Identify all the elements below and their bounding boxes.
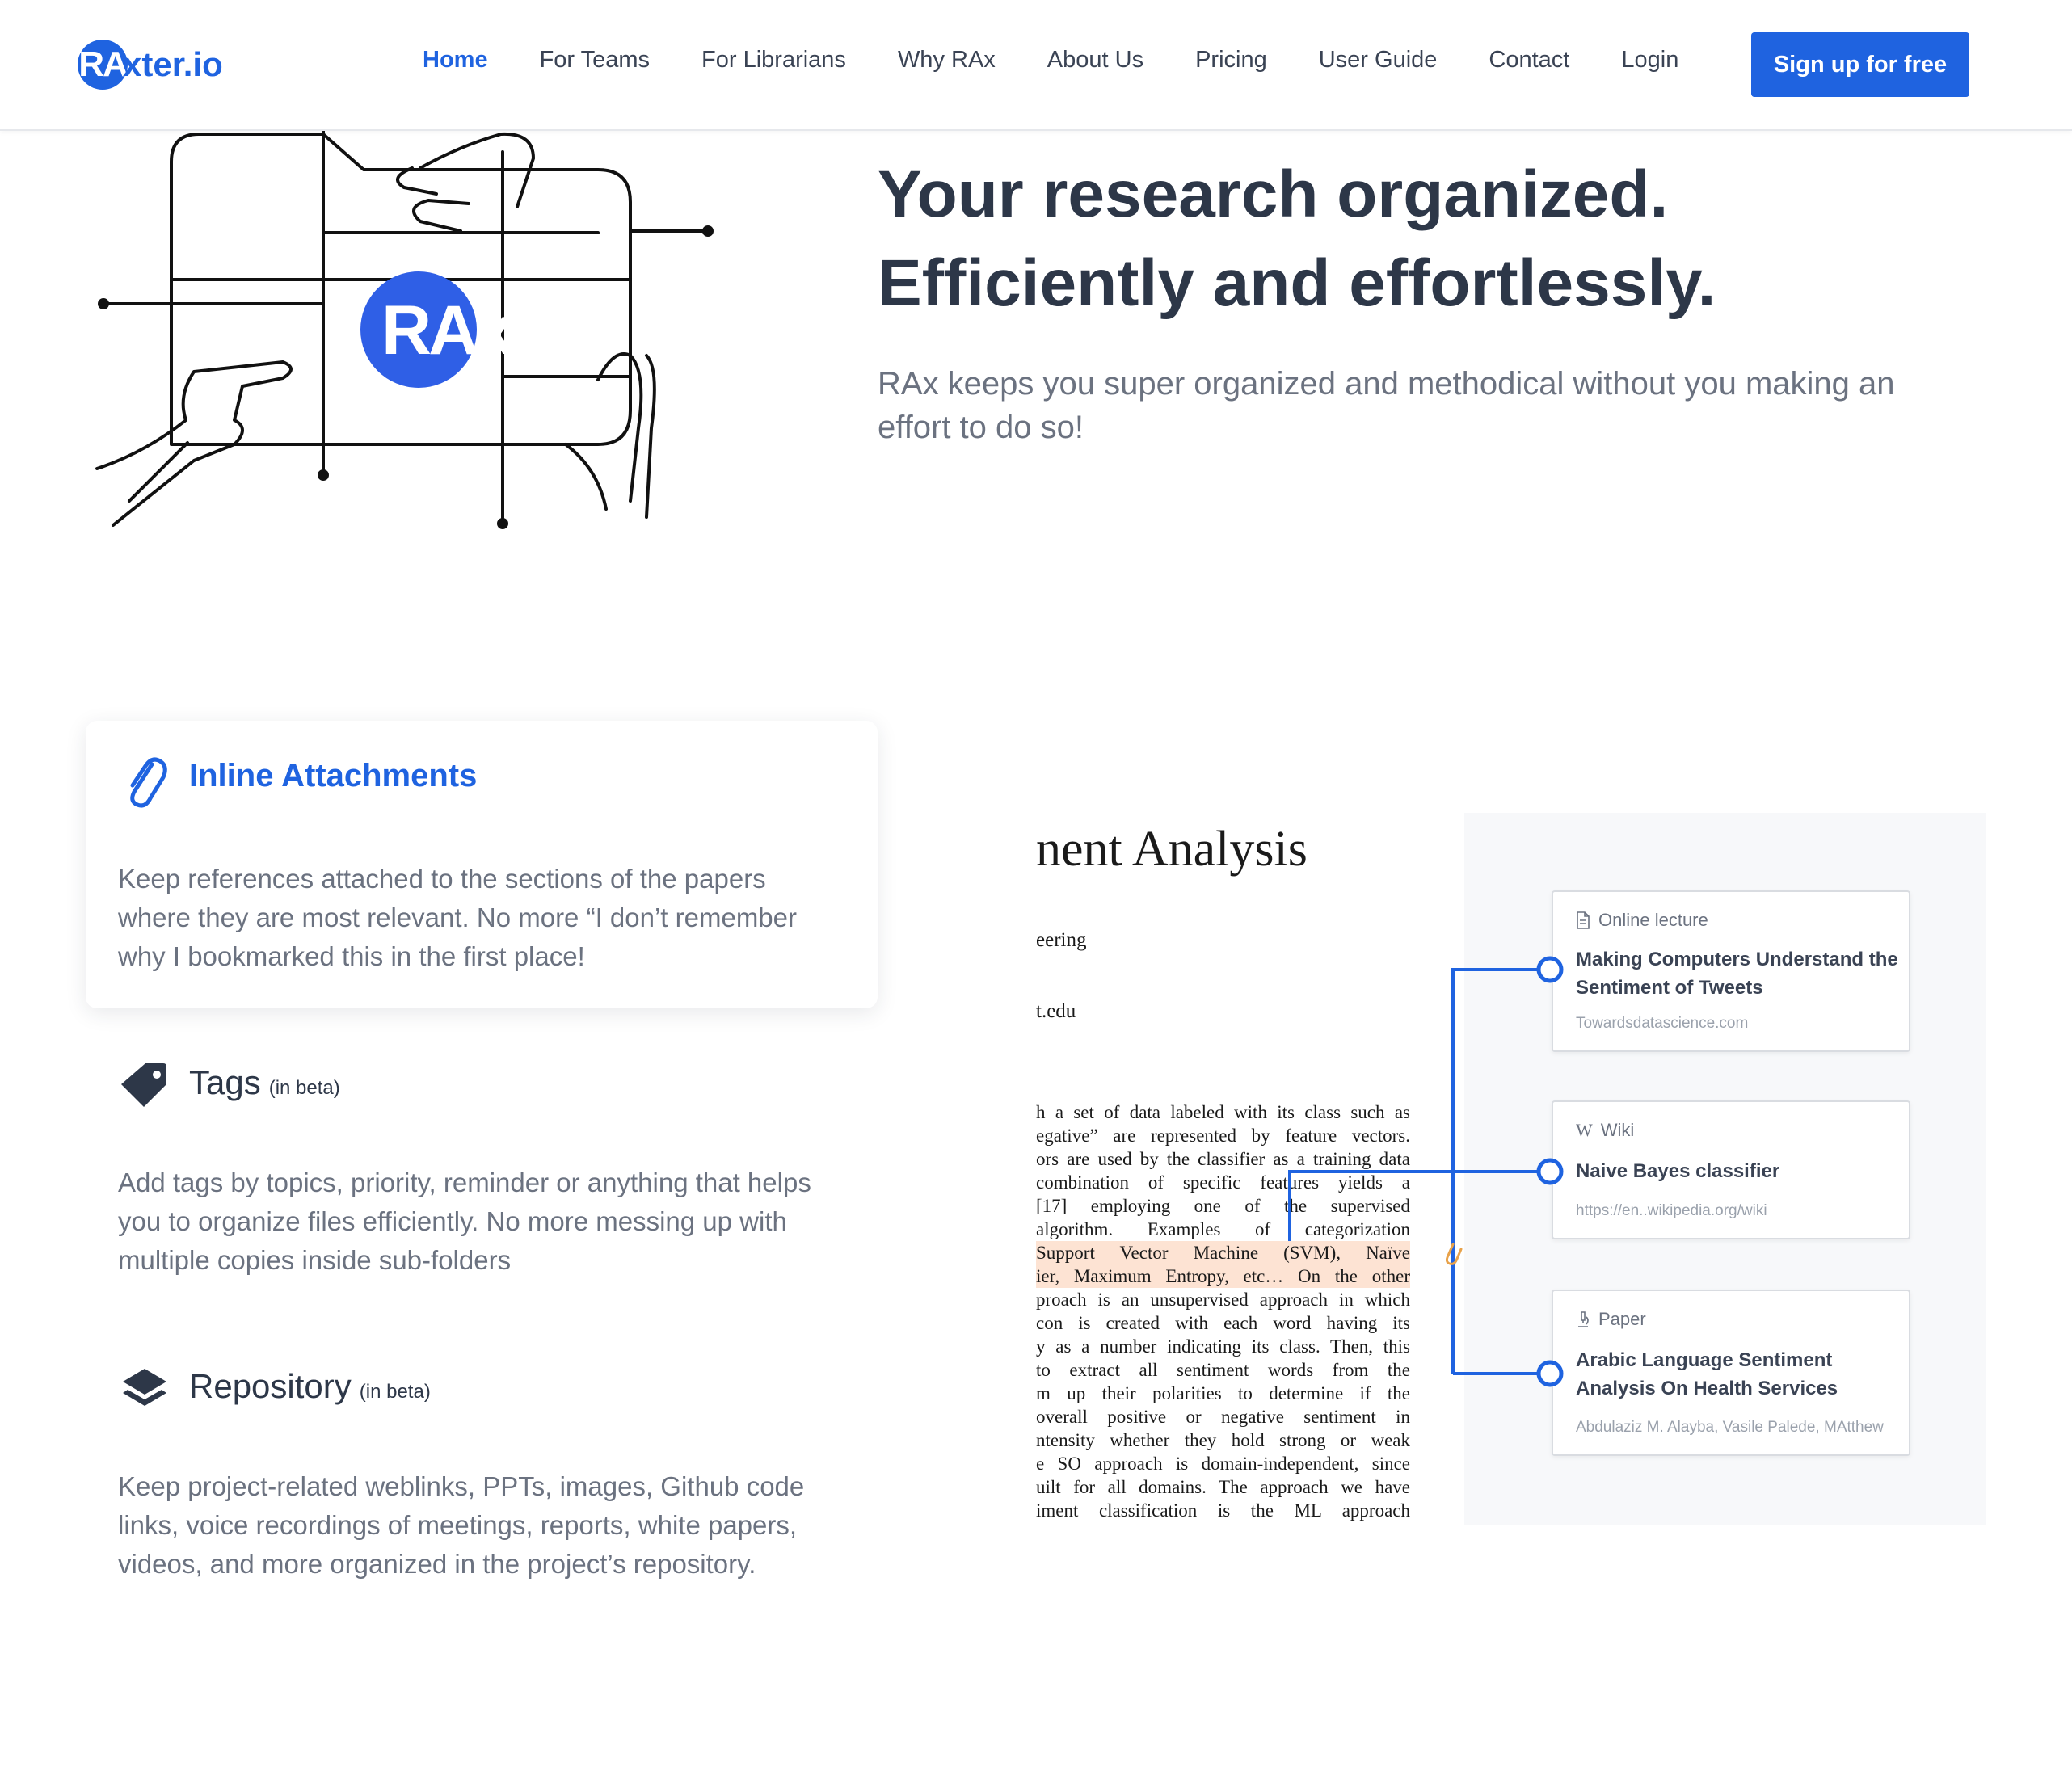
- feature-beta-badge: (in beta): [268, 1077, 340, 1099]
- feature-desc-inline-attachments: Keep references attached to the sections…: [118, 864, 798, 971]
- logo-text: xter.io: [123, 45, 223, 83]
- raxter-logo[interactable]: RA xter.io: [78, 37, 223, 92]
- nav-links: Home For Teams For Librarians Why RAx Ab…: [423, 47, 1730, 74]
- layers-icon: [123, 1369, 166, 1406]
- nav-login[interactable]: Login: [1621, 47, 1678, 74]
- attachment-connectors: [1288, 956, 1564, 1387]
- top-navbar: RA xter.io Home For Teams For Librarians…: [0, 0, 2072, 131]
- connector-node[interactable]: [1536, 1360, 1564, 1387]
- hero-title-line2: Efficiently and effortlessly.: [878, 246, 1716, 320]
- nav-user-guide[interactable]: User Guide: [1319, 47, 1438, 74]
- hero-title-line1: Your research organized.: [878, 158, 1669, 231]
- connector-node[interactable]: [1536, 956, 1564, 983]
- signup-button[interactable]: Sign up for free: [1751, 32, 1969, 97]
- nav-for-librarians[interactable]: For Librarians: [701, 47, 846, 74]
- inline-attachment-demo: nent Analysis eering t.edu h a set of da…: [1036, 813, 1986, 1525]
- feature-beta-badge: (in beta): [359, 1381, 431, 1403]
- nav-why-rax[interactable]: Why RAx: [898, 47, 996, 74]
- tag-icon: [121, 1063, 166, 1107]
- nav-for-teams[interactable]: For Teams: [540, 47, 650, 74]
- nav-pricing[interactable]: Pricing: [1195, 47, 1267, 74]
- feature-title-repository[interactable]: Repository (in beta): [189, 1367, 431, 1406]
- logo-mark: RA: [78, 40, 128, 90]
- nav-about-us[interactable]: About Us: [1047, 47, 1143, 74]
- nav-contact[interactable]: Contact: [1489, 47, 1569, 74]
- feature-title-tags-label: Tags: [189, 1063, 261, 1101]
- paperclip-icon: [130, 757, 167, 808]
- connector-node[interactable]: [1536, 1158, 1564, 1185]
- hero-subtitle: RAx keeps you super organized and method…: [878, 366, 1895, 445]
- feature-desc-repository: Keep project-related weblinks, PPTs, ima…: [118, 1471, 805, 1579]
- nav-home[interactable]: Home: [423, 47, 488, 74]
- feature-title-repository-label: Repository: [189, 1367, 352, 1405]
- feature-title-tags[interactable]: Tags (in beta): [189, 1063, 340, 1102]
- hero-title: Your research organized. Efficiently and…: [878, 150, 2009, 328]
- hero-logo-text: RAx: [381, 292, 514, 369]
- feature-desc-tags: Add tags by topics, priority, reminder o…: [118, 1168, 811, 1275]
- feature-title-inline-attachments[interactable]: Inline Attachments: [189, 758, 477, 794]
